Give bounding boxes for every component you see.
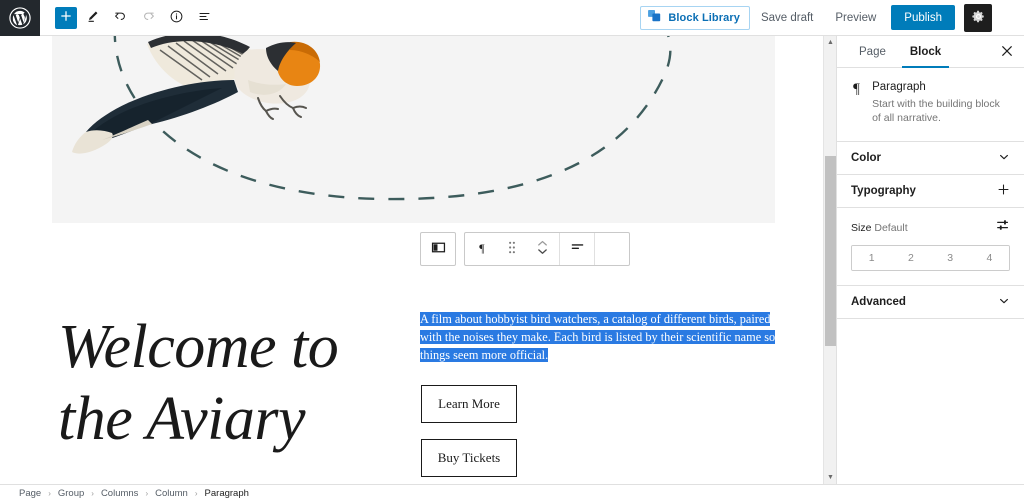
- bird-illustration: [72, 36, 321, 154]
- breadcrumb-separator: ›: [145, 488, 149, 498]
- blocks-icon: [648, 9, 662, 26]
- breadcrumb-item-group[interactable]: Group: [57, 488, 85, 499]
- redo-button[interactable]: [135, 5, 161, 31]
- block-card-description: Start with the building block of all nar…: [872, 98, 1000, 124]
- publish-button[interactable]: Publish: [891, 5, 955, 30]
- details-button[interactable]: [163, 5, 189, 31]
- block-options-button[interactable]: [595, 233, 629, 265]
- hero-image-block[interactable]: [52, 36, 775, 223]
- save-draft-button[interactable]: Save draft: [750, 4, 824, 32]
- redo-arrow-icon: [141, 9, 156, 27]
- editor-top-toolbar: Block Library Save draft Preview Publish: [0, 0, 1024, 36]
- drag-handle[interactable]: [499, 233, 525, 265]
- plus-icon[interactable]: [997, 183, 1010, 199]
- font-size-option-2[interactable]: 2: [891, 246, 931, 270]
- undo-arrow-icon: [113, 9, 128, 27]
- add-block-button[interactable]: [55, 6, 77, 29]
- size-value: Default: [874, 221, 908, 234]
- settings-sidebar: Page Block ¶ Paragraph Start with the bu…: [836, 36, 1024, 484]
- block-library-button[interactable]: Block Library: [640, 5, 750, 30]
- size-label-row: Size Default: [851, 218, 1010, 237]
- edit-tool-button[interactable]: [79, 5, 105, 31]
- breadcrumb-item-page[interactable]: Page: [18, 488, 42, 499]
- size-label: Size: [851, 221, 872, 234]
- change-block-type-button[interactable]: [421, 233, 455, 265]
- typography-size-control: Size Default 1 2 3 4: [837, 208, 1024, 286]
- breadcrumb: Page › Group › Columns › Column › Paragr…: [0, 484, 1024, 501]
- paragraph-pilcrow-icon: ¶: [474, 240, 490, 259]
- chevron-down-icon: [998, 151, 1010, 166]
- align-left-icon: [569, 239, 586, 259]
- undo-button[interactable]: [107, 5, 133, 31]
- editor-canvas[interactable]: ¶ A film about hobbyist bird watchers, a…: [0, 36, 836, 484]
- preview-button[interactable]: Preview: [824, 4, 887, 32]
- font-size-segmented-control[interactable]: 1 2 3 4: [851, 245, 1010, 271]
- font-size-option-3[interactable]: 3: [930, 246, 970, 270]
- columns-block-icon: [430, 239, 447, 259]
- paragraph-block[interactable]: A film about hobbyist bird watchers, a c…: [420, 310, 776, 365]
- parent-block-toolbar-group: [420, 232, 456, 266]
- svg-text:¶: ¶: [479, 241, 485, 255]
- close-icon: [1001, 45, 1013, 59]
- list-view-icon: [197, 9, 212, 27]
- page-title[interactable]: Welcome to the Aviary: [58, 311, 408, 455]
- typography-panel[interactable]: Typography: [837, 175, 1024, 208]
- wordpress-block-editor: Block Library Save draft Preview Publish: [0, 0, 1024, 501]
- block-floating-toolbar: ¶: [420, 232, 630, 266]
- buy-tickets-button[interactable]: Buy Tickets: [421, 439, 517, 477]
- editor-vertical-scrollbar[interactable]: ▲ ▼: [823, 36, 836, 484]
- plus-icon: [59, 9, 73, 26]
- block-library-label: Block Library: [668, 11, 740, 24]
- advanced-panel-label: Advanced: [851, 296, 906, 308]
- sidebar-tabs: Page Block: [837, 36, 1024, 68]
- chevron-up-down-icon: [536, 239, 549, 259]
- breadcrumb-separator: ›: [91, 488, 94, 498]
- toolbar-tools-group: [40, 5, 217, 31]
- list-view-button[interactable]: [191, 5, 217, 31]
- scrollbar-thumb[interactable]: [825, 156, 836, 346]
- paragraph-text: A film about hobbyist bird watchers, a c…: [420, 312, 776, 363]
- breadcrumb-separator: ›: [48, 488, 51, 498]
- more-options-button[interactable]: [994, 4, 1016, 32]
- breadcrumb-item-column[interactable]: Column: [154, 488, 189, 499]
- close-sidebar-button[interactable]: [998, 43, 1016, 61]
- move-up-down-button[interactable]: [525, 233, 559, 265]
- tab-block[interactable]: Block: [898, 36, 953, 68]
- typography-panel-label: Typography: [851, 185, 916, 197]
- align-text-button[interactable]: [560, 233, 594, 265]
- learn-more-button[interactable]: Learn More: [421, 385, 517, 423]
- info-circle-icon: [169, 9, 184, 27]
- block-toolbar-group: ¶: [464, 232, 630, 266]
- color-panel[interactable]: Color: [837, 142, 1024, 175]
- color-panel-label: Color: [851, 152, 882, 164]
- settings-button[interactable]: [964, 3, 992, 32]
- advanced-panel[interactable]: Advanced: [837, 286, 1024, 319]
- sliders-icon[interactable]: [996, 218, 1010, 237]
- paragraph-block-icon-button[interactable]: ¶: [465, 233, 499, 265]
- wordpress-logo-icon[interactable]: [0, 0, 40, 36]
- breadcrumb-item-paragraph[interactable]: Paragraph: [204, 488, 250, 499]
- drag-dots-icon: [507, 240, 517, 258]
- breadcrumb-item-columns[interactable]: Columns: [100, 488, 140, 499]
- gear-icon: [971, 9, 986, 27]
- font-size-option-1[interactable]: 1: [852, 246, 892, 270]
- breadcrumb-separator: ›: [194, 488, 198, 498]
- block-card-title: Paragraph: [872, 81, 926, 93]
- paragraph-pilcrow-icon: ¶: [853, 81, 860, 97]
- chevron-down-icon: [998, 295, 1010, 310]
- pencil-icon: [85, 9, 100, 27]
- toolbar-actions-group: Block Library Save draft Preview Publish: [640, 0, 1024, 36]
- block-info-card: ¶ Paragraph Start with the building bloc…: [837, 68, 1024, 142]
- tab-page[interactable]: Page: [847, 36, 898, 68]
- font-size-option-4[interactable]: 4: [969, 246, 1009, 270]
